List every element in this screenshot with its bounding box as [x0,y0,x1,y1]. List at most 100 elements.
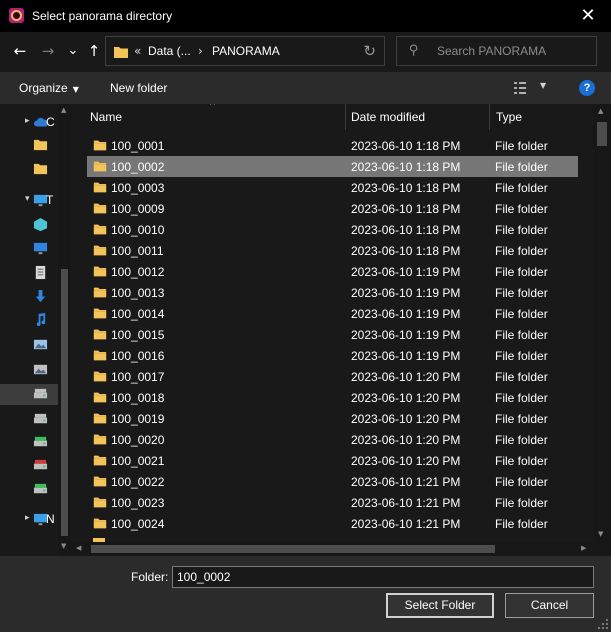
file-list-horizontal-scrollbar[interactable]: ◀ ▶ [71,542,593,556]
table-row[interactable]: 100_0015 2023-06-10 1:19 PM File folder [87,324,578,345]
file-list: ^ Name Date modified Type 100_0001 2023-0… [71,104,611,556]
navigation-pane-item[interactable] [0,286,58,307]
downloads-icon [33,289,48,304]
table-row[interactable]: 100_0021 2023-06-10 1:20 PM File folder [87,450,578,471]
scroll-down-icon[interactable]: ▼ [598,530,603,538]
navigation-pane-item[interactable] [0,409,58,430]
file-name-cell: 100_0016 [111,349,165,363]
breadcrumb-panorama[interactable]: PANORAMA [212,44,280,58]
table-row[interactable]: 100_0014 2023-06-10 1:19 PM File folder [87,303,578,324]
overflow-chevron-icon[interactable]: « [134,44,141,58]
navigation-pane-item[interactable] [0,238,58,259]
table-row[interactable]: 100_0023 2023-06-10 1:21 PM File folder [87,492,578,513]
breadcrumb-data-drive[interactable]: Data (... [148,44,191,58]
navigation-pane-item[interactable] [0,134,58,155]
view-options-icon[interactable] [514,82,532,94]
navigation-pane: ▸ C ▾ T ▸ N ▲ ▼ [0,104,71,556]
column-header-type[interactable]: Type [496,110,522,124]
navigation-pane-scrollbar[interactable]: ▲ ▼ [58,104,71,556]
view-dropdown-icon[interactable]: ▼ [540,81,546,90]
desktop-icon [33,241,48,256]
resize-grip-icon[interactable] [597,618,609,630]
column-header-date-modified[interactable]: Date modified [351,110,425,124]
navigation-pane-item[interactable] [0,334,58,355]
expand-arrow-icon[interactable]: ▸ [25,116,30,126]
recent-locations-button[interactable]: ⌄ [63,40,83,62]
folder-icon [93,413,107,424]
type-cell: File folder [495,139,548,153]
folder-icon [93,161,107,172]
new-folder-button[interactable]: New folder [110,81,167,95]
folder-icon [93,497,107,508]
navigation-pane-item[interactable] [0,479,58,500]
navigation-pane-label: C [46,115,55,129]
search-box[interactable]: ⚲ Search PANORAMA [396,36,597,66]
navigation-pane-item[interactable]: ▸ N [0,509,58,530]
table-row[interactable]: 100_0010 2023-06-10 1:18 PM File folder [87,219,578,240]
address-bar[interactable]: « Data (... › PANORAMA ↻ [105,36,385,66]
date-modified-cell: 2023-06-10 1:20 PM [351,370,461,384]
file-name-cell: 100_0012 [111,265,165,279]
table-row[interactable]: 100_0011 2023-06-10 1:18 PM File folder [87,240,578,261]
navigation-pane-item[interactable] [0,359,58,380]
table-row[interactable]: 100_0019 2023-06-10 1:20 PM File folder [87,408,578,429]
folder-name-input[interactable] [172,566,594,588]
command-toolbar: Organize ▼ New folder ▼ [0,72,611,104]
table-row[interactable]: 100_0009 2023-06-10 1:18 PM File folder [87,198,578,219]
file-list-vertical-scrollbar[interactable]: ▲ ▼ [593,104,611,542]
table-row[interactable]: 100_0002 2023-06-10 1:18 PM File folder [87,156,578,177]
scroll-up-icon[interactable]: ▲ [598,107,603,115]
folder-icon [93,476,107,487]
navigation-pane-item[interactable] [0,432,58,453]
scrollbar-thumb[interactable] [597,122,607,146]
column-divider[interactable] [345,104,346,130]
table-row[interactable]: 100_0022 2023-06-10 1:21 PM File folder [87,471,578,492]
navigation-pane-item[interactable]: ▾ T [0,190,58,211]
navigation-pane-item[interactable]: ▸ C [0,112,58,133]
folder-field-label: Folder: [131,570,169,584]
scroll-right-icon[interactable]: ▶ [581,544,586,552]
column-divider[interactable] [489,104,490,130]
table-row[interactable]: 100_0016 2023-06-10 1:19 PM File folder [87,345,578,366]
navigation-pane-item[interactable] [0,309,58,330]
scrollbar-thumb[interactable] [61,269,68,536]
file-name-cell: 100_0017 [111,370,165,384]
table-row[interactable]: 100_0020 2023-06-10 1:20 PM File folder [87,429,578,450]
table-row[interactable]: 100_0017 2023-06-10 1:20 PM File folder [87,366,578,387]
scrollbar-thumb[interactable] [91,545,495,553]
table-row[interactable]: 100_0012 2023-06-10 1:19 PM File folder [87,261,578,282]
forward-button[interactable]: → [38,40,58,62]
3d-objects-icon [33,217,48,232]
table-row[interactable]: 100_0018 2023-06-10 1:20 PM File folder [87,387,578,408]
close-button[interactable]: ✕ [570,4,606,28]
organize-label: Organize [19,81,68,95]
navigation-pane-item[interactable] [0,158,58,179]
expand-arrow-icon[interactable]: ▸ [25,513,30,523]
back-button[interactable]: ← [10,40,30,62]
organize-menu[interactable]: Organize ▼ [19,81,79,95]
folder-icon [93,287,107,298]
navigation-pane-item[interactable] [0,262,58,283]
navigation-pane-item[interactable] [0,214,58,235]
table-row[interactable]: 100_0003 2023-06-10 1:18 PM File folder [87,177,578,198]
scroll-down-icon[interactable]: ▼ [61,542,66,550]
refresh-icon[interactable]: ↻ [363,42,376,60]
type-cell: File folder [495,181,548,195]
table-row[interactable]: 100_0001 2023-06-10 1:18 PM File folder [87,135,578,156]
help-button[interactable]: ? [579,80,595,96]
column-header-name[interactable]: Name [90,110,122,124]
table-row[interactable]: 100_0024 2023-06-10 1:21 PM File folder [87,513,578,534]
date-modified-cell: 2023-06-10 1:18 PM [351,181,461,195]
cancel-button[interactable]: Cancel [505,593,594,618]
search-input[interactable]: Search PANORAMA [437,44,546,58]
up-button[interactable]: ↑ [84,40,104,62]
scroll-left-icon[interactable]: ◀ [76,544,81,552]
date-modified-cell: 2023-06-10 1:21 PM [351,475,461,489]
select-folder-button[interactable]: Select Folder [386,593,494,618]
scroll-up-icon[interactable]: ▲ [61,106,66,114]
table-row[interactable]: 100_0013 2023-06-10 1:19 PM File folder [87,282,578,303]
expand-arrow-icon[interactable]: ▾ [25,194,30,204]
navigation-pane-item[interactable] [0,455,58,476]
navigation-pane-item[interactable] [0,384,58,405]
folder-icon [93,224,107,235]
